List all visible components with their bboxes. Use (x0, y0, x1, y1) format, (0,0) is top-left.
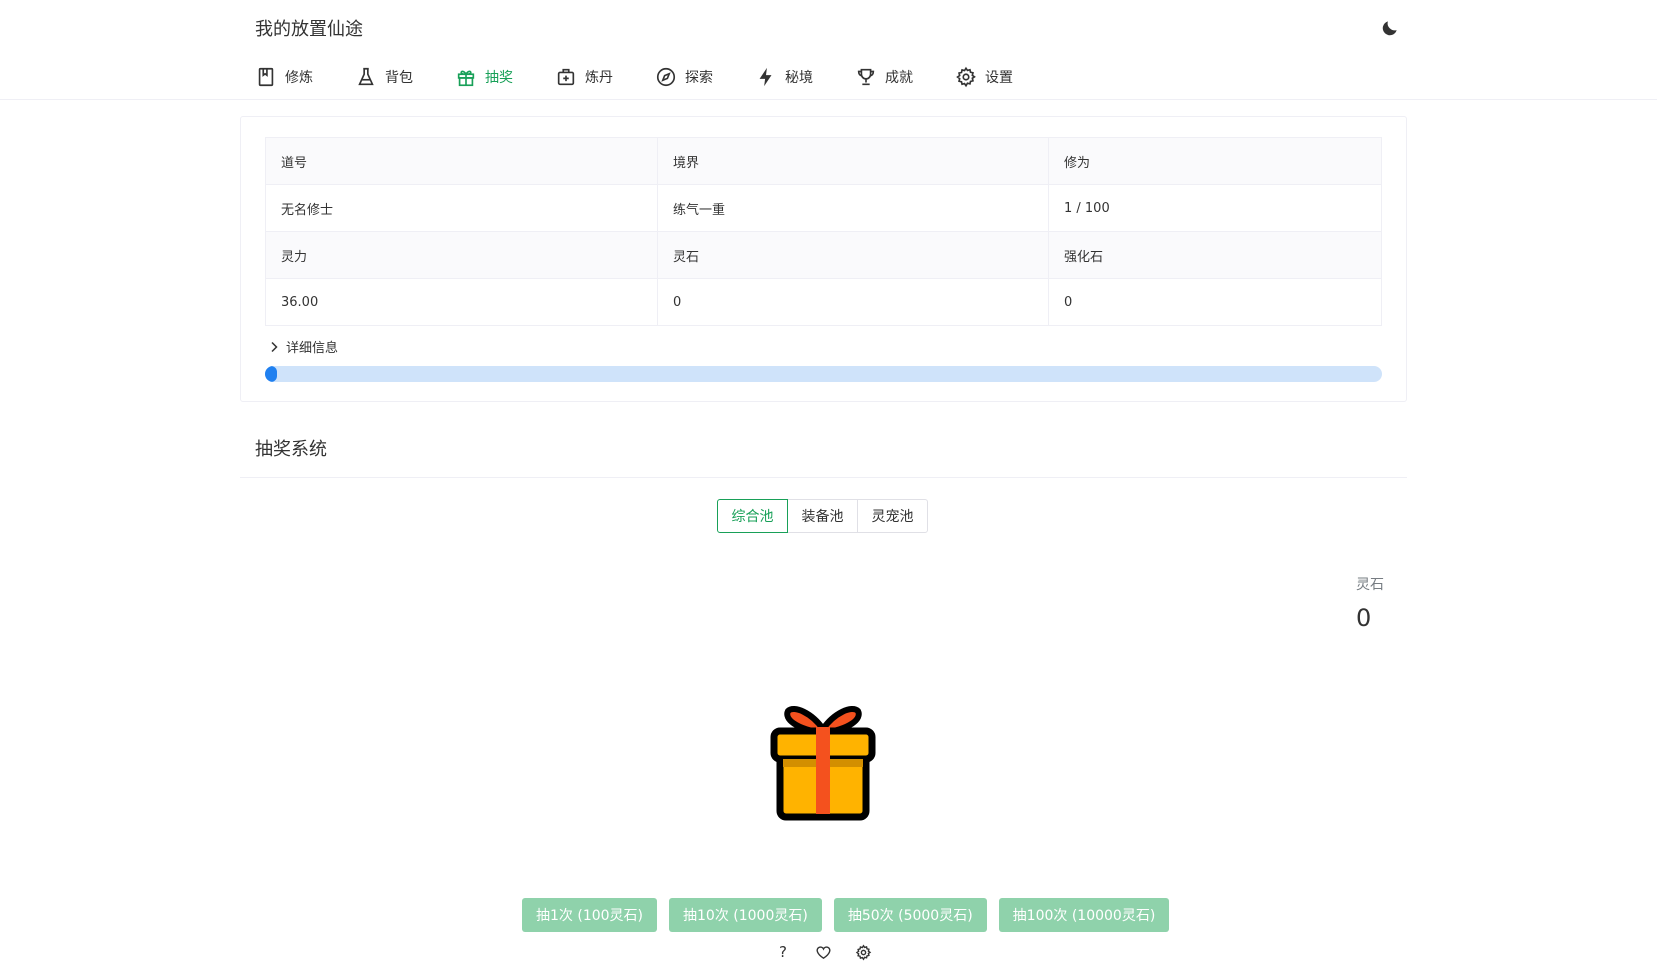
book-icon (258, 67, 274, 87)
moon-icon[interactable] (1378, 16, 1402, 40)
nav-item-lottery[interactable]: 抽奖 (455, 64, 513, 90)
player-info-card: 道号 境界 修为 无名修士 练气一重 1 / 100 灵力 灵石 强化石 36.… (240, 116, 1407, 402)
progress-text: 1% (279, 368, 295, 379)
stat-label-spirit-power: 灵力 (265, 231, 658, 279)
stat-value-spirit-stone: 0 (657, 278, 1049, 326)
nav-label: 成就 (885, 70, 913, 86)
stat-label-realm: 境界 (657, 137, 1049, 185)
draw-50-button[interactable]: 抽50次 (5000灵石) (833, 898, 987, 932)
nav-item-bag[interactable]: 背包 (355, 64, 413, 90)
table-row: 36.00 0 0 (265, 278, 1382, 326)
tab-general-pool[interactable]: 综合池 (717, 499, 788, 533)
nav-label: 修炼 (285, 70, 313, 86)
stat-label-cultivation: 修为 (1048, 137, 1382, 185)
help-symbol: ? (779, 943, 787, 961)
table-row: 无名修士 练气一重 1 / 100 (265, 184, 1382, 232)
gacha-title: 抽奖系统 (255, 439, 327, 460)
gear-icon (956, 66, 976, 88)
trophy-icon (857, 68, 875, 86)
nav-item-explore[interactable]: 探索 (655, 64, 713, 90)
details-label: 详细信息 (286, 341, 339, 356)
gift-box-icon[interactable] (770, 703, 876, 823)
stat-label-spirit-stone: 灵石 (657, 231, 1049, 279)
player-stats-table: 道号 境界 修为 无名修士 练气一重 1 / 100 灵力 灵石 强化石 36.… (265, 137, 1382, 326)
nav-label: 探索 (685, 70, 713, 86)
tab-equipment-pool[interactable]: 装备池 (787, 499, 858, 533)
nav-item-secret-realm[interactable]: 秘境 (755, 64, 813, 90)
nav-item-alchemy[interactable]: 炼丹 (555, 64, 613, 90)
nav-item-cultivate[interactable]: 修炼 (255, 64, 313, 90)
stat-label-name: 道号 (265, 137, 658, 185)
stat-value-realm: 练气一重 (657, 184, 1049, 232)
help-icon[interactable]: ? (774, 943, 792, 961)
table-row: 道号 境界 修为 (265, 137, 1382, 185)
flask-icon (358, 67, 374, 86)
tab-pet-pool[interactable]: 灵宠池 (857, 499, 928, 533)
gacha-tools: ? (774, 943, 872, 961)
spirit-stone-value: 0 (1356, 604, 1372, 632)
nav-label: 设置 (985, 70, 1013, 86)
main-nav: 修炼 背包 抽奖 炼丹 探索 秘境 成就 设置 (255, 64, 1055, 90)
draw-actions: 抽1次 (100灵石) 抽10次 (1000灵石) 抽50次 (5000灵石) … (522, 898, 1170, 932)
section-divider (240, 477, 1407, 478)
app-title: 我的放置仙途 (255, 19, 363, 40)
app-header: 我的放置仙途 修炼 背包 抽奖 炼丹 探索 秘境 成就 设置 (0, 0, 1657, 100)
compass-icon (656, 67, 676, 87)
stat-value-cultivation: 1 / 100 (1048, 184, 1382, 232)
stat-label-upgrade-stone: 强化石 (1048, 231, 1382, 279)
chevron-right-icon (271, 341, 278, 352)
nav-item-settings[interactable]: 设置 (955, 64, 1013, 90)
draw-10-button[interactable]: 抽10次 (1000灵石) (669, 898, 822, 932)
gift-icon (457, 70, 475, 87)
progress-fill: 1% (265, 366, 295, 382)
nav-label: 秘境 (785, 70, 813, 86)
cultivation-progress-bar: 1% (265, 366, 1382, 382)
pool-tabs: 综合池 装备池 灵宠池 (717, 499, 928, 533)
medkit-icon (557, 68, 575, 86)
gear-icon[interactable] (854, 943, 872, 961)
draw-1-button[interactable]: 抽1次 (100灵石) (522, 898, 658, 932)
table-row: 灵力 灵石 强化石 (265, 231, 1382, 279)
nav-label: 炼丹 (585, 70, 613, 86)
spirit-stone-label: 灵石 (1356, 577, 1384, 593)
heart-icon[interactable] (814, 943, 832, 961)
nav-label: 抽奖 (485, 70, 513, 86)
flash-icon (759, 67, 772, 87)
nav-item-achievements[interactable]: 成就 (855, 64, 913, 90)
stat-value-name: 无名修士 (265, 184, 658, 232)
stat-value-upgrade-stone: 0 (1048, 278, 1382, 326)
stat-value-spirit-power: 36.00 (265, 278, 658, 326)
draw-100-button[interactable]: 抽100次 (10000灵石) (998, 898, 1170, 932)
nav-label: 背包 (385, 70, 413, 86)
details-collapse-toggle[interactable]: 详细信息 (269, 337, 338, 356)
